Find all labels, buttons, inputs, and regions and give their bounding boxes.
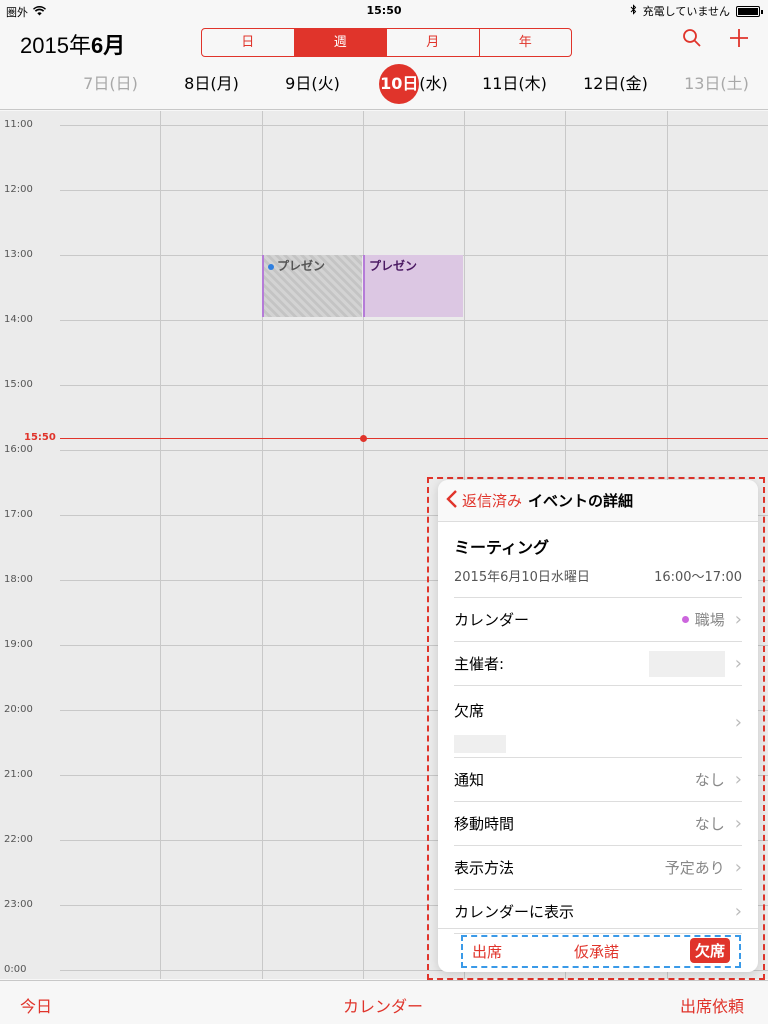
event-presentation-tue[interactable]: プレゼン [262,255,362,317]
response-bar: 出席 仮承諾 欠席 [438,928,758,972]
event-datetime: 2015年6月10日水曜日 16:00〜17:00 [454,558,742,598]
day-divider [160,111,161,979]
organizer-redacted [648,650,725,677]
day-header[interactable]: 11日(木) [464,68,565,104]
organizer-row[interactable]: 主催者: › [454,642,742,686]
today-circle: 10日 [379,64,420,104]
today-button[interactable]: 今日 [20,993,52,1017]
popover-nav-bar: 返信済み イベントの詳細 [438,480,758,522]
segment-week[interactable]: 週 [294,29,387,56]
search-icon[interactable] [682,28,702,54]
maybe-button[interactable]: 仮承諾 [574,941,619,962]
chevron-right-icon: › [734,769,742,790]
month-title: 2015年6月 [20,33,126,58]
chevron-right-icon: › [734,712,742,733]
status-bar: 圏外 15:50 充電していません [0,0,768,20]
calendar-color-dot [681,616,689,623]
chevron-right-icon: › [734,653,742,674]
day-header[interactable]: 9日(火) [262,68,363,104]
day-header-today[interactable]: 10日(水) [363,64,464,104]
event-presentation-wed[interactable]: プレゼン [363,255,463,317]
current-time-dot [360,435,367,442]
declined-redacted [454,735,506,753]
chevron-right-icon: › [734,609,742,630]
charge-status: 充電していません [642,5,730,18]
week-days-row: 7日(日) 8日(月) 9日(火) 10日(水) 11日(木) 12日(金) 1… [60,64,768,104]
segment-month[interactable]: 月 [387,29,480,56]
popover-title: イベントの詳細 [528,492,634,510]
day-header[interactable]: 13日(土) [666,68,767,104]
day-divider [363,111,364,979]
back-button[interactable]: 返信済み [446,489,522,513]
day-divider [262,111,263,979]
calendar-header: 2015年6月 日 週 月 年 7日(日) 8日(月) 9日(火) 10日(水)… [0,20,768,110]
segment-year[interactable]: 年 [480,29,572,56]
event-title: ミーティング [454,538,550,557]
current-time-line [60,438,768,439]
chevron-right-icon: › [734,813,742,834]
chevron-left-icon [446,489,458,513]
declined-row[interactable]: 欠席 › [454,686,742,758]
calendar-row[interactable]: カレンダー 職場 › [454,598,742,642]
day-header[interactable]: 8日(月) [161,68,262,104]
event-details-popover: 返信済み イベントの詳細 ミーティング 2015年6月10日水曜日 16:00〜… [438,480,758,972]
segment-day[interactable]: 日 [202,29,295,56]
invite-dot-icon [268,263,274,270]
day-header[interactable]: 12日(金) [565,68,666,104]
bottom-toolbar: 今日 カレンダー 出席依頼 [0,980,768,1024]
current-time-label: 15:50 [24,432,56,443]
accept-button[interactable]: 出席 [472,941,502,962]
alert-row[interactable]: 通知 なし › [454,758,742,802]
view-segmented-control[interactable]: 日 週 月 年 [201,28,572,57]
travel-time-row[interactable]: 移動時間 なし › [454,802,742,846]
show-as-row[interactable]: 表示方法 予定あり › [454,846,742,890]
battery-icon [736,5,763,17]
add-event-icon[interactable] [729,28,749,54]
day-header[interactable]: 7日(日) [60,68,161,104]
chevron-right-icon: › [734,857,742,878]
invitations-button[interactable]: 出席依頼 [680,993,744,1017]
chevron-right-icon: › [734,901,742,922]
decline-button[interactable]: 欠席 [690,938,731,963]
bluetooth-icon [630,4,637,18]
calendars-button[interactable]: カレンダー [343,993,423,1017]
